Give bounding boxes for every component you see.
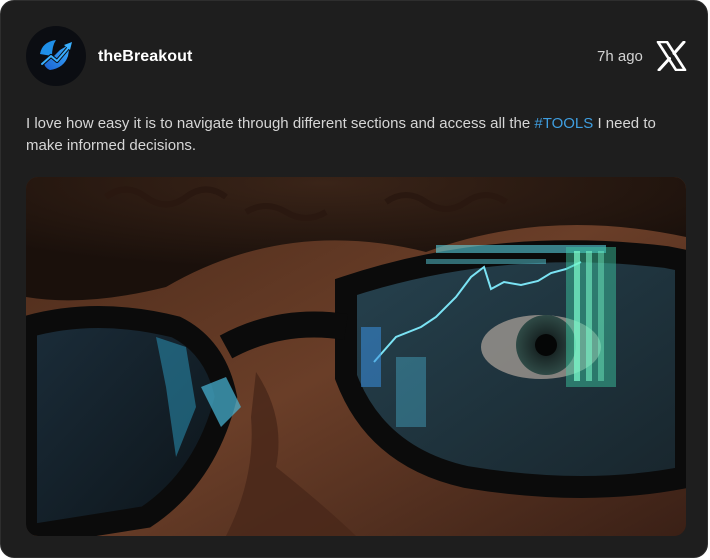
post-card: theBreakout 7h ago I love how easy it is… — [0, 0, 708, 558]
post-text-start: I love how easy it is to navigate throug… — [26, 115, 535, 132]
avatar[interactable] — [26, 26, 86, 86]
hashtag-link[interactable]: #TOOLS — [534, 115, 593, 132]
x-logo-icon[interactable] — [656, 40, 687, 72]
author-name[interactable]: theBreakout — [98, 47, 192, 67]
post-timestamp: 7h ago — [597, 48, 643, 65]
post-image[interactable] — [26, 177, 686, 536]
eyeglasses-chart-reflection-photo — [26, 177, 686, 536]
post-text: I love how easy it is to navigate throug… — [26, 113, 676, 157]
trending-chart-logo-icon — [40, 40, 72, 70]
